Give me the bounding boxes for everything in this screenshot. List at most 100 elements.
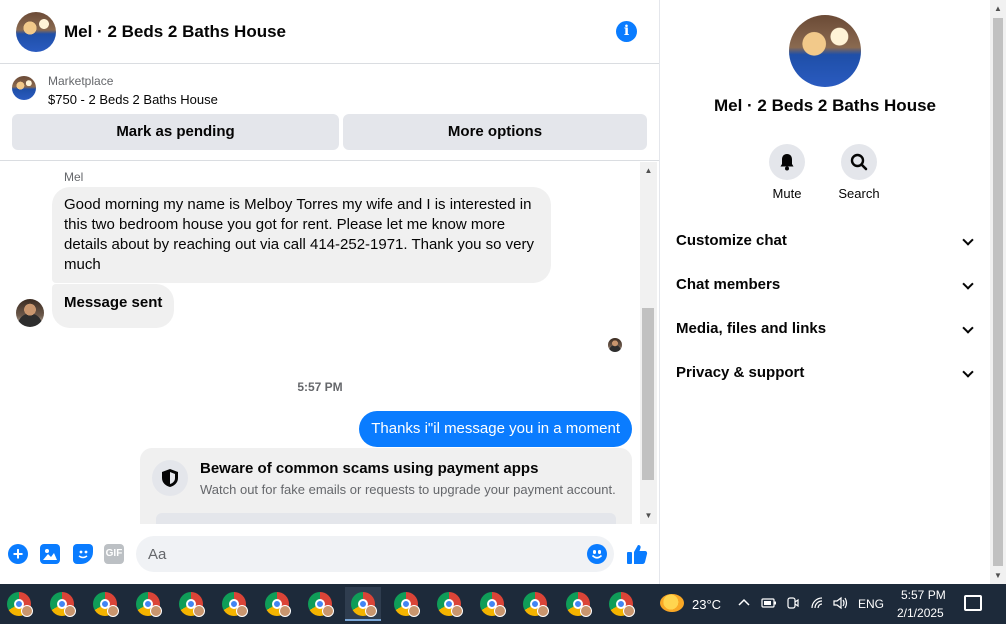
emoji-icon[interactable] bbox=[587, 544, 607, 564]
chat-header: Mel · 2 Beds 2 Baths House i bbox=[0, 0, 659, 64]
chevron-up-icon[interactable] bbox=[737, 596, 751, 613]
profile-badge-icon bbox=[494, 605, 506, 617]
chat-window: Mel · 2 Beds 2 Baths House i Marketplace… bbox=[0, 0, 660, 584]
taskbar-app-chrome[interactable] bbox=[87, 587, 123, 621]
conversation-avatar[interactable] bbox=[16, 12, 56, 52]
plus-icon[interactable]: + bbox=[8, 544, 28, 564]
listing-title[interactable]: $750 - 2 Beds 2 Baths House bbox=[48, 92, 218, 107]
taskbar-app-chrome[interactable] bbox=[259, 587, 295, 621]
profile-badge-icon bbox=[107, 605, 119, 617]
sender-avatar[interactable] bbox=[16, 299, 44, 327]
profile-badge-icon bbox=[580, 605, 592, 617]
profile-badge-icon bbox=[21, 605, 33, 617]
clock-date[interactable]: 2/1/2025 bbox=[897, 606, 944, 620]
profile-badge-icon bbox=[236, 605, 248, 617]
shield-icon bbox=[152, 460, 188, 496]
row-label: Customize chat bbox=[676, 232, 787, 249]
clock-time[interactable]: 5:57 PM bbox=[901, 588, 946, 602]
thumbs-up-icon[interactable] bbox=[625, 542, 649, 566]
profile-badge-icon bbox=[193, 605, 205, 617]
profile-badge-icon bbox=[537, 605, 549, 617]
taskbar-app-chrome[interactable] bbox=[44, 587, 80, 621]
info-icon[interactable]: i bbox=[616, 21, 637, 42]
row-label: Media, files and links bbox=[676, 320, 827, 337]
profile-badge-icon bbox=[64, 605, 76, 617]
chat-members-row[interactable]: Chat members bbox=[676, 265, 976, 305]
wifi-icon[interactable] bbox=[810, 596, 826, 613]
row-label: Chat members bbox=[676, 276, 781, 293]
profile-badge-icon bbox=[365, 605, 377, 617]
meet-now-icon[interactable] bbox=[786, 596, 800, 613]
scroll-up-arrow-icon[interactable]: ▲ bbox=[640, 162, 657, 179]
taskbar: 23°C ENG 5:57 PM 2/1/2025 bbox=[0, 584, 1006, 624]
listing-thumbnail[interactable] bbox=[12, 76, 36, 100]
mute-button[interactable]: Mute bbox=[751, 144, 823, 201]
media-files-links-row[interactable]: Media, files and links bbox=[676, 309, 976, 349]
conversation-title[interactable]: Mel · 2 Beds 2 Baths House bbox=[64, 22, 286, 42]
taskbar-app-chrome[interactable] bbox=[1, 587, 37, 621]
taskbar-app-chrome[interactable] bbox=[130, 587, 166, 621]
volume-icon[interactable] bbox=[832, 596, 850, 613]
outgoing-message[interactable]: Thanks i"il message you in a moment bbox=[359, 411, 632, 447]
language-indicator[interactable]: ENG bbox=[858, 597, 884, 611]
sticker-icon[interactable] bbox=[73, 544, 93, 564]
page-scroll-thumb[interactable] bbox=[993, 18, 1003, 566]
row-label: Privacy & support bbox=[676, 364, 805, 381]
composer: + GIF bbox=[0, 524, 659, 584]
read-receipt-avatar bbox=[608, 338, 622, 352]
marketplace-label: Marketplace bbox=[48, 74, 114, 88]
scroll-down-arrow-icon[interactable]: ▼ bbox=[990, 567, 1006, 584]
taskbar-app-chrome[interactable] bbox=[474, 587, 510, 621]
search-label: Search bbox=[838, 186, 880, 201]
mute-label: Mute bbox=[772, 186, 802, 201]
gif-icon[interactable]: GIF bbox=[104, 544, 124, 564]
weather-icon[interactable] bbox=[660, 594, 684, 612]
profile-badge-icon bbox=[623, 605, 635, 617]
message-list: Mel Good morning my name is Melboy Torre… bbox=[0, 162, 640, 524]
warning-subtitle: Watch out for fake emails or requests to… bbox=[200, 482, 616, 497]
scroll-down-arrow-icon[interactable]: ▼ bbox=[640, 507, 657, 524]
privacy-support-row[interactable]: Privacy & support bbox=[676, 353, 976, 393]
battery-icon[interactable] bbox=[761, 596, 777, 613]
message-input[interactable] bbox=[136, 536, 614, 572]
page-scrollbar[interactable]: ▲ ▼ bbox=[990, 0, 1006, 584]
learn-more-button[interactable]: Learn More bbox=[156, 513, 616, 524]
profile-badge-icon bbox=[279, 605, 291, 617]
taskbar-app-chrome[interactable] bbox=[603, 587, 639, 621]
warning-title: Beware of common scams using payment app… bbox=[200, 460, 539, 477]
chevron-down-icon bbox=[962, 322, 974, 334]
profile-badge-icon bbox=[150, 605, 162, 617]
profile-badge-icon bbox=[451, 605, 463, 617]
profile-badge-icon bbox=[408, 605, 420, 617]
taskbar-app-chrome[interactable] bbox=[517, 587, 553, 621]
incoming-message[interactable]: Message sent bbox=[52, 284, 175, 328]
message-timestamp: 5:57 PM bbox=[297, 380, 343, 394]
customize-chat-row[interactable]: Customize chat bbox=[676, 221, 976, 261]
profile-badge-icon bbox=[322, 605, 334, 617]
temperature[interactable]: 23°C bbox=[692, 597, 721, 612]
image-icon[interactable] bbox=[40, 544, 60, 564]
panel-avatar[interactable] bbox=[789, 15, 861, 87]
chat-scrollbar[interactable]: ▲ ▼ bbox=[640, 162, 657, 524]
search-button[interactable]: Search bbox=[823, 144, 895, 201]
taskbar-app-chrome[interactable] bbox=[388, 587, 424, 621]
taskbar-app-chrome[interactable] bbox=[560, 587, 596, 621]
sender-name: Mel bbox=[64, 170, 84, 184]
taskbar-app-chrome[interactable] bbox=[173, 587, 209, 621]
scroll-up-arrow-icon[interactable]: ▲ bbox=[990, 0, 1006, 17]
chevron-down-icon bbox=[962, 278, 974, 290]
marketplace-banner: Marketplace $750 - 2 Beds 2 Baths House … bbox=[0, 65, 659, 161]
chevron-down-icon bbox=[962, 234, 974, 246]
chevron-down-icon bbox=[962, 366, 974, 378]
notification-icon[interactable] bbox=[964, 595, 982, 611]
incoming-message[interactable]: Good morning my name is Melboy Torres my… bbox=[52, 187, 551, 283]
taskbar-app-chrome[interactable] bbox=[302, 587, 338, 621]
scroll-thumb[interactable] bbox=[642, 308, 654, 480]
taskbar-app-chrome[interactable] bbox=[431, 587, 467, 621]
taskbar-app-chrome[interactable] bbox=[216, 587, 252, 621]
taskbar-app-chrome[interactable] bbox=[345, 587, 381, 621]
mark-pending-button[interactable]: Mark as pending bbox=[12, 114, 339, 150]
search-icon bbox=[841, 144, 877, 180]
more-options-button[interactable]: More options bbox=[343, 114, 647, 150]
panel-title: Mel · 2 Beds 2 Baths House bbox=[713, 96, 936, 115]
